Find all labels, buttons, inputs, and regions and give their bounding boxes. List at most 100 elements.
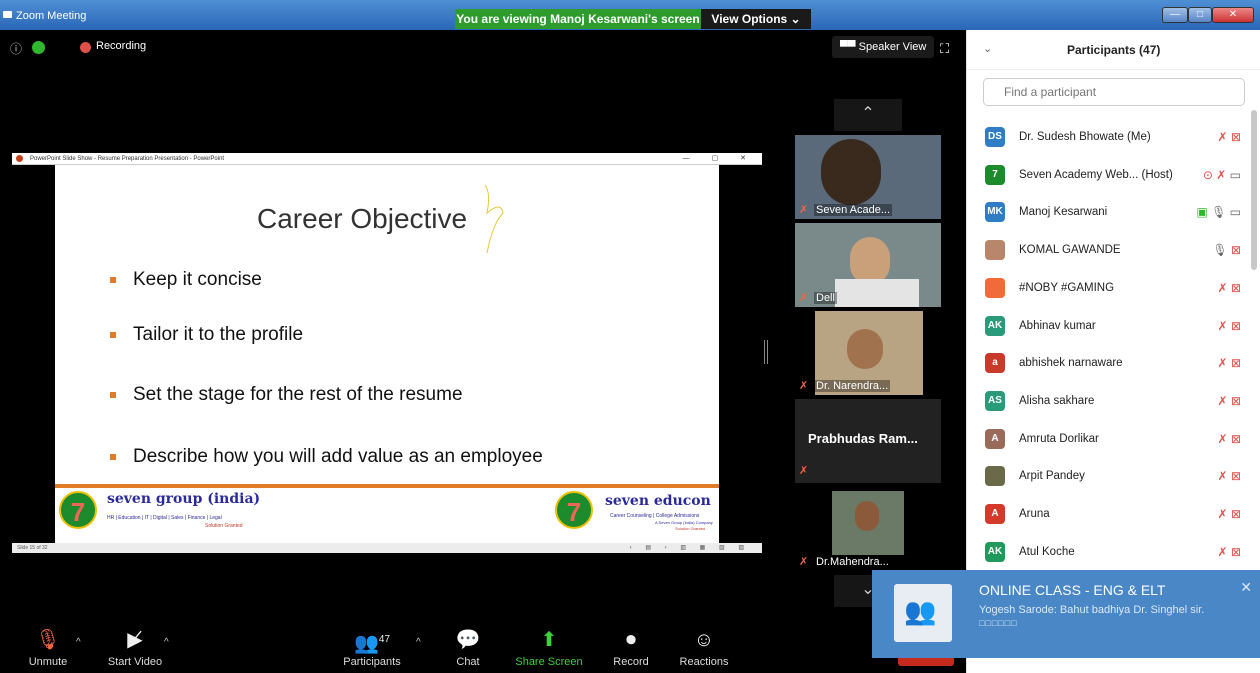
participant-status-icons: ✗ ⊠ — [1218, 545, 1241, 559]
video-tile[interactable]: ✗ Dell — [795, 223, 941, 307]
participant-name: Arpit Pandey — [1019, 470, 1085, 483]
video-off-icon: ⊠ — [1230, 130, 1241, 144]
chat-icon: 💬 — [455, 629, 481, 651]
start-video-label: Start Video — [107, 656, 163, 668]
video-tile[interactable]: ✗ Dr. Narendra... — [795, 311, 941, 395]
share-screen-button[interactable]: ⬆ Share Screen — [509, 625, 589, 668]
slide-margin-left — [12, 165, 55, 543]
tile-name: Dr.Mahendra... — [814, 556, 891, 568]
shared-screen: PowerPoint Slide Show - Resume Preparati… — [12, 153, 762, 553]
participant-row[interactable]: #NOBY #GAMING ✗ ⊠ — [967, 271, 1249, 309]
ppt-titlebar: PowerPoint Slide Show - Resume Preparati… — [12, 153, 762, 165]
participant-name: abhishek narnaware — [1019, 357, 1123, 370]
powerpoint-icon — [16, 155, 23, 162]
participant-row[interactable]: A Amruta Dorlikar ✗ ⊠ — [967, 422, 1249, 460]
slide-content: Career Objective Keep it concise Tailor … — [55, 165, 719, 543]
participant-search-input[interactable] — [983, 78, 1245, 106]
info-icon[interactable]: ⓘ — [10, 40, 22, 57]
group-chat-icon: 👥 — [894, 584, 952, 642]
participant-row[interactable]: a abhishek narnaware ✗ ⊠ — [967, 346, 1249, 384]
participant-row[interactable]: MK Manoj Kesarwani ▣ 🎙 ▭ — [967, 195, 1249, 233]
maximize-button[interactable]: □ — [1188, 7, 1212, 23]
shield-icon[interactable] — [32, 41, 45, 54]
panel-title: Participants (47) — [1067, 43, 1161, 57]
avatar: AS — [985, 390, 1005, 411]
video-tile[interactable]: ✗ Seven Acade... — [795, 135, 941, 219]
participants-button[interactable]: 👥47 Participants — [332, 625, 412, 668]
chat-button[interactable]: 💬 Chat — [428, 625, 508, 668]
avatar: A — [985, 428, 1005, 449]
participant-status-icons: ✗ ⊠ — [1218, 130, 1241, 144]
panel-resize-handle[interactable] — [764, 340, 768, 364]
participant-face — [855, 501, 879, 531]
fullscreen-icon[interactable]: ⛶ — [940, 41, 949, 57]
participant-row[interactable]: AS Alisha sakhare ✗ ⊠ — [967, 384, 1249, 422]
video-off-icon: ⊠ — [1230, 431, 1241, 446]
chat-label: Chat — [456, 656, 480, 668]
mic-on-icon: 🎙 — [1212, 243, 1228, 258]
slide-nav-controls[interactable]: ‹ ▤ › ▥ ▦ ▧ ▨ — [630, 543, 750, 553]
avatar: a — [985, 353, 1005, 374]
participant-status-icons: ✗ ⊠ — [1218, 469, 1241, 483]
panel-scrollbar[interactable] — [1251, 110, 1257, 270]
video-off-icon: ⊠ — [1230, 356, 1241, 371]
bullet-text: Keep it concise — [133, 269, 262, 290]
video-off-icon: ⊠ — [1230, 318, 1241, 333]
ppt-window-controls: — ▢ ✕ — [682, 155, 756, 162]
seven-group-services: HR | Education | IT | Digital | Sales | … — [107, 515, 222, 521]
tile-name: Seven Acade... — [814, 204, 892, 216]
start-video-button[interactable]: ▶̸ Start Video — [95, 625, 175, 668]
close-notification-icon[interactable]: ✕ — [1240, 579, 1252, 596]
muted-mic-icon: ✗ — [1217, 318, 1228, 333]
people-icon: 👥 — [904, 596, 937, 626]
thumbs-scroll-up-icon[interactable]: ⌃ — [834, 99, 902, 131]
muted-mic-icon: ✗ — [799, 292, 809, 304]
bullet-marker — [110, 392, 116, 398]
audio-options-caret-icon[interactable]: ^ — [76, 637, 81, 648]
annotation-scribble — [484, 184, 504, 254]
participants-label: Participants — [343, 656, 401, 668]
video-options-caret-icon[interactable]: ^ — [164, 637, 169, 648]
participant-row[interactable]: 7 Seven Academy Web... (Host) ⊙ ✗ ▭ — [967, 158, 1249, 196]
close-window-button[interactable]: ✕ — [1212, 7, 1254, 23]
participant-name: Seven Academy Web... (Host) — [1019, 168, 1173, 181]
video-on-icon: ▭ — [1229, 205, 1241, 220]
video-tile[interactable]: Prabhudas Ram... ✗ — [795, 399, 941, 483]
video-on-icon: ▭ — [1229, 167, 1241, 182]
participants-caret-icon[interactable]: ^ — [416, 637, 421, 648]
participant-name: KOMAL GAWANDE — [1019, 244, 1121, 257]
record-button[interactable]: ⏺ Record — [591, 625, 671, 668]
participant-row[interactable]: AK Abhinav kumar ✗ ⊠ — [967, 309, 1249, 347]
participant-row[interactable]: A Aruna ✗ ⊠ — [967, 497, 1249, 535]
participant-row[interactable]: KOMAL GAWANDE 🎙 ⊠ — [967, 233, 1249, 271]
seven-educon-logo: 7 — [555, 491, 593, 529]
participant-name: Abhinav kumar — [1019, 319, 1096, 332]
muted-mic-icon: ✗ — [1217, 544, 1228, 559]
seven-educon-name: seven educon — [605, 493, 711, 509]
participant-video — [821, 139, 881, 205]
participant-name: Alisha sakhare — [1019, 394, 1095, 407]
video-tile[interactable]: ✗ Dr.Mahendra... — [795, 487, 941, 571]
chat-notification[interactable]: 👥 ONLINE CLASS - ENG & ELT Yogesh Sarode… — [872, 570, 1260, 658]
avatar — [985, 240, 1005, 261]
meeting-toolbar: 🎙 Unmute ^ ▶̸ Start Video ^ 👥47 Participant… — [0, 625, 966, 673]
slide-counter: Slide 15 of 32 — [17, 545, 48, 551]
zoom-app-icon — [3, 11, 12, 18]
view-options-button[interactable]: View Options ⌄ — [701, 9, 811, 29]
unmute-label: Unmute — [28, 656, 68, 668]
muted-mic-icon: ✗ — [799, 556, 809, 568]
mic-on-icon: 🎙 — [1211, 205, 1227, 220]
collapse-panel-icon[interactable]: ⌄ — [983, 42, 992, 55]
participant-row[interactable]: Arpit Pandey ✗ ⊠ — [967, 459, 1249, 497]
muted-mic-icon: ✗ — [799, 380, 809, 392]
participant-row[interactable]: DS Dr. Sudesh Bhowate (Me) ✗ ⊠ — [967, 120, 1249, 158]
share-screen-label: Share Screen — [515, 656, 583, 668]
minimize-button[interactable]: — — [1162, 7, 1188, 23]
avatar — [985, 277, 1005, 298]
participant-row[interactable]: AK Atul Koche ✗ ⊠ — [967, 535, 1249, 573]
speaker-view-button[interactable]: ▀▀ Speaker View — [832, 36, 935, 58]
muted-mic-icon: ✗ — [1216, 167, 1227, 182]
video-off-icon: ⊠ — [1230, 544, 1241, 559]
reactions-button[interactable]: ☺ Reactions — [664, 625, 744, 668]
seven-group-logo: 7 — [59, 491, 97, 529]
